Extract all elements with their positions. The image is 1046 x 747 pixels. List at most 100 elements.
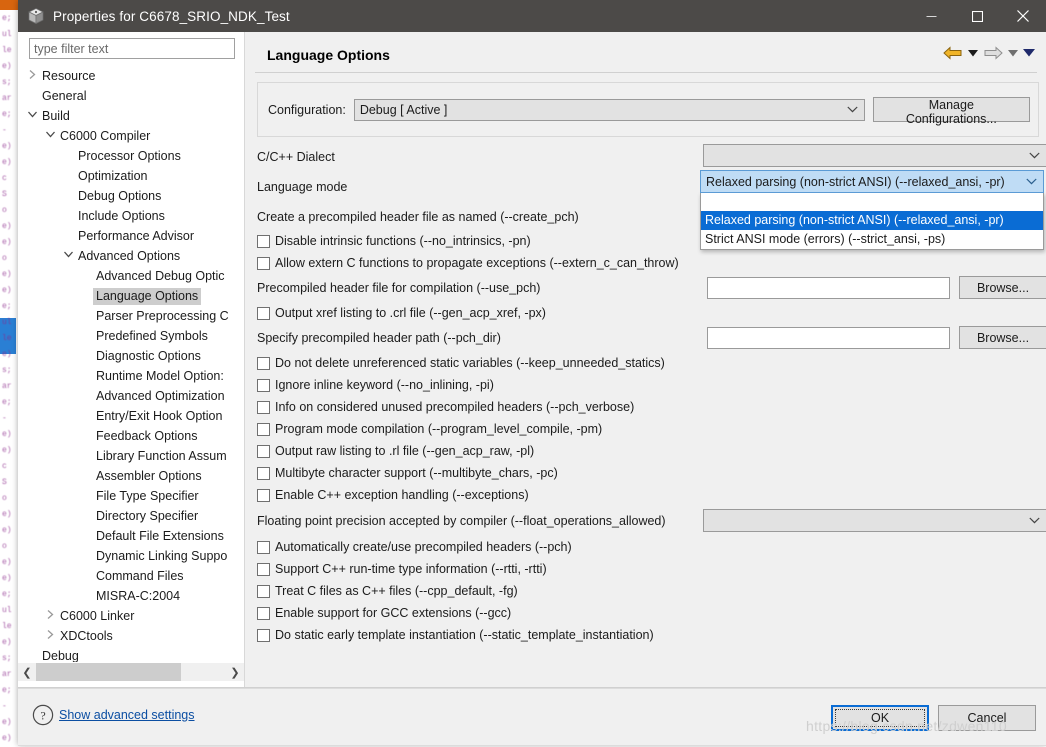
sidebar-item-advanced-debug-optic[interactable]: Advanced Debug Optic (18, 266, 244, 286)
sidebar-item-general[interactable]: General (18, 86, 244, 106)
sidebar-item-c6000-compiler[interactable]: C6000 Compiler (18, 126, 244, 146)
filter-input[interactable] (29, 38, 235, 59)
chevron-right-icon[interactable] (44, 609, 57, 623)
configuration-select[interactable]: Debug [ Active ] (353, 98, 865, 121)
checkbox-icon[interactable] (257, 400, 270, 414)
checkbox-icon[interactable] (257, 606, 270, 620)
view-menu-button[interactable] (1022, 44, 1036, 62)
option-text-input[interactable] (707, 276, 950, 299)
sidebar-item-directory-specifier[interactable]: Directory Specifier (18, 506, 244, 526)
back-arrow-icon (943, 46, 962, 60)
sidebar-item-include-options[interactable]: Include Options (18, 206, 244, 226)
chevron-down-icon[interactable] (62, 250, 75, 262)
browse-button[interactable]: Browse... (959, 326, 1046, 349)
option-checkbox-do-not-delete-unreferenced-static-variables-ke[interactable]: Do not delete unreferenced static variab… (257, 352, 1046, 374)
minimize-button[interactable] (908, 0, 954, 32)
chevron-right-icon[interactable] (26, 69, 39, 83)
scroll-left-icon[interactable]: ❮ (18, 663, 36, 681)
option-checkbox-do-static-early-template-instantiation-static-[interactable]: Do static early template instantiation (… (257, 624, 1046, 646)
tree-horizontal-scrollbar[interactable]: ❮ ❯ (18, 663, 244, 681)
option-checkbox-enable-support-for-gcc-extensions-gcc[interactable]: Enable support for GCC extensions (--gcc… (257, 602, 1046, 624)
scrollbar-thumb[interactable] (36, 663, 181, 681)
checkbox-icon[interactable] (257, 466, 270, 480)
option-checkbox-automatically-create-use-precompiled-headers-p[interactable]: Automatically create/use precompiled hea… (257, 536, 1046, 558)
checkbox-icon[interactable] (257, 540, 270, 554)
option-checkbox-output-xref-listing-to-crl-file-gen-acp-xref-p[interactable]: Output xref listing to .crl file (--gen_… (257, 302, 1046, 324)
scrollbar-track[interactable] (36, 663, 226, 681)
sidebar-item-build[interactable]: Build (18, 106, 244, 126)
checkbox-icon[interactable] (257, 306, 270, 320)
chevron-down-icon[interactable] (26, 110, 39, 122)
checkbox-icon[interactable] (257, 562, 270, 576)
sidebar-item-parser-preprocessing-c[interactable]: Parser Preprocessing C (18, 306, 244, 326)
language-mode-option[interactable] (701, 193, 1043, 211)
sidebar-item-library-function-assum[interactable]: Library Function Assum (18, 446, 244, 466)
close-button[interactable] (1000, 0, 1046, 32)
sidebar-item-debug-options[interactable]: Debug Options (18, 186, 244, 206)
scroll-right-icon[interactable]: ❯ (226, 663, 244, 681)
checkbox-icon[interactable] (257, 256, 270, 270)
chevron-down-icon[interactable] (44, 130, 57, 142)
forward-dropdown-button[interactable] (1006, 44, 1020, 62)
checkbox-icon[interactable] (257, 234, 270, 248)
checkbox-icon[interactable] (257, 628, 270, 642)
back-dropdown-button[interactable] (966, 44, 980, 62)
sidebar-item-feedback-options[interactable]: Feedback Options (18, 426, 244, 446)
sidebar-item-debug[interactable]: Debug (18, 646, 244, 663)
sidebar-item-c6000-linker[interactable]: C6000 Linker (18, 606, 244, 626)
checkbox-icon[interactable] (257, 444, 270, 458)
properties-dialog: Properties for C6678_SRIO_NDK_Test Resou… (18, 0, 1046, 746)
back-button[interactable] (942, 44, 964, 62)
sidebar-item-runtime-model-option[interactable]: Runtime Model Option: (18, 366, 244, 386)
option-checkbox-output-raw-listing-to-rl-file-gen-acp-raw-pl[interactable]: Output raw listing to .rl file (--gen_ac… (257, 440, 1046, 462)
sidebar-item-resource[interactable]: Resource (18, 66, 244, 86)
chevron-right-icon[interactable] (44, 629, 57, 643)
sidebar-item-dynamic-linking-suppo[interactable]: Dynamic Linking Suppo (18, 546, 244, 566)
sidebar-item-assembler-options[interactable]: Assembler Options (18, 466, 244, 486)
dialect-select[interactable] (703, 144, 1046, 167)
checkbox-icon[interactable] (257, 422, 270, 436)
option-checkbox-treat-c-files-as-c-files-cpp-default-fg[interactable]: Treat C files as C++ files (--cpp_defaul… (257, 580, 1046, 602)
option-checkbox-support-c-run-time-type-information-rtti-rtti[interactable]: Support C++ run-time type information (-… (257, 558, 1046, 580)
sidebar-item-processor-options[interactable]: Processor Options (18, 146, 244, 166)
browse-button[interactable]: Browse... (959, 276, 1046, 299)
option-checkbox-enable-c-exception-handling-exceptions[interactable]: Enable C++ exception handling (--excepti… (257, 484, 1046, 506)
checkbox-icon[interactable] (257, 378, 270, 392)
sidebar-item-advanced-optimization[interactable]: Advanced Optimization (18, 386, 244, 406)
sidebar-item-entry-exit-hook-option[interactable]: Entry/Exit Hook Option (18, 406, 244, 426)
background-code-line: e) (2, 510, 12, 519)
checkbox-icon[interactable] (257, 356, 270, 370)
language-mode-select[interactable]: Relaxed parsing (non-strict ANSI) (--rel… (700, 170, 1044, 193)
sidebar-item-file-type-specifier[interactable]: File Type Specifier (18, 486, 244, 506)
question-mark-icon[interactable]: ? (32, 704, 54, 726)
sidebar-item-advanced-options[interactable]: Advanced Options (18, 246, 244, 266)
checkbox-icon[interactable] (257, 488, 270, 502)
show-advanced-settings-link[interactable]: Show advanced settings (59, 708, 195, 722)
sidebar-item-label: Predefined Symbols (96, 328, 208, 343)
option-checkbox-ignore-inline-keyword-no-inlining-pi[interactable]: Ignore inline keyword (--no_inlining, -p… (257, 374, 1046, 396)
sidebar-item-predefined-symbols[interactable]: Predefined Symbols (18, 326, 244, 346)
forward-button[interactable] (982, 44, 1004, 62)
sidebar-item-misra-c-2004[interactable]: MISRA-C:2004 (18, 586, 244, 606)
option-text-input[interactable] (707, 326, 950, 349)
sidebar-item-performance-advisor[interactable]: Performance Advisor (18, 226, 244, 246)
sidebar-item-diagnostic-options[interactable]: Diagnostic Options (18, 346, 244, 366)
maximize-button[interactable] (954, 0, 1000, 32)
sidebar-item-command-files[interactable]: Command Files (18, 566, 244, 586)
sidebar-item-optimization[interactable]: Optimization (18, 166, 244, 186)
option-checkbox-info-on-considered-unused-precompiled-headers-[interactable]: Info on considered unused precompiled he… (257, 396, 1046, 418)
sidebar-item-language-options[interactable]: Language Options (18, 286, 244, 306)
language-mode-dropdown-list[interactable]: Relaxed parsing (non-strict ANSI) (--rel… (700, 193, 1044, 250)
option-checkbox-program-mode-compilation-program-level-compile[interactable]: Program mode compilation (--program_leve… (257, 418, 1046, 440)
option-checkbox-multibyte-character-support-multibyte-chars-pc[interactable]: Multibyte character support (--multibyte… (257, 462, 1046, 484)
manage-configurations-button[interactable]: Manage Configurations... (872, 97, 1030, 126)
language-mode-option[interactable]: Relaxed parsing (non-strict ANSI) (--rel… (701, 211, 1043, 230)
sidebar-item-default-file-extensions[interactable]: Default File Extensions (18, 526, 244, 546)
sidebar-item-xdctools[interactable]: XDCtools (18, 626, 244, 646)
cancel-button[interactable]: Cancel (938, 705, 1036, 731)
language-mode-option[interactable]: Strict ANSI mode (errors) (--strict_ansi… (701, 230, 1043, 249)
option-select[interactable] (703, 509, 1046, 532)
option-checkbox-allow-extern-c-functions-to-propagate-exceptio[interactable]: Allow extern C functions to propagate ex… (257, 252, 1046, 274)
checkbox-icon[interactable] (257, 584, 270, 598)
ok-button[interactable]: OK (831, 705, 929, 731)
